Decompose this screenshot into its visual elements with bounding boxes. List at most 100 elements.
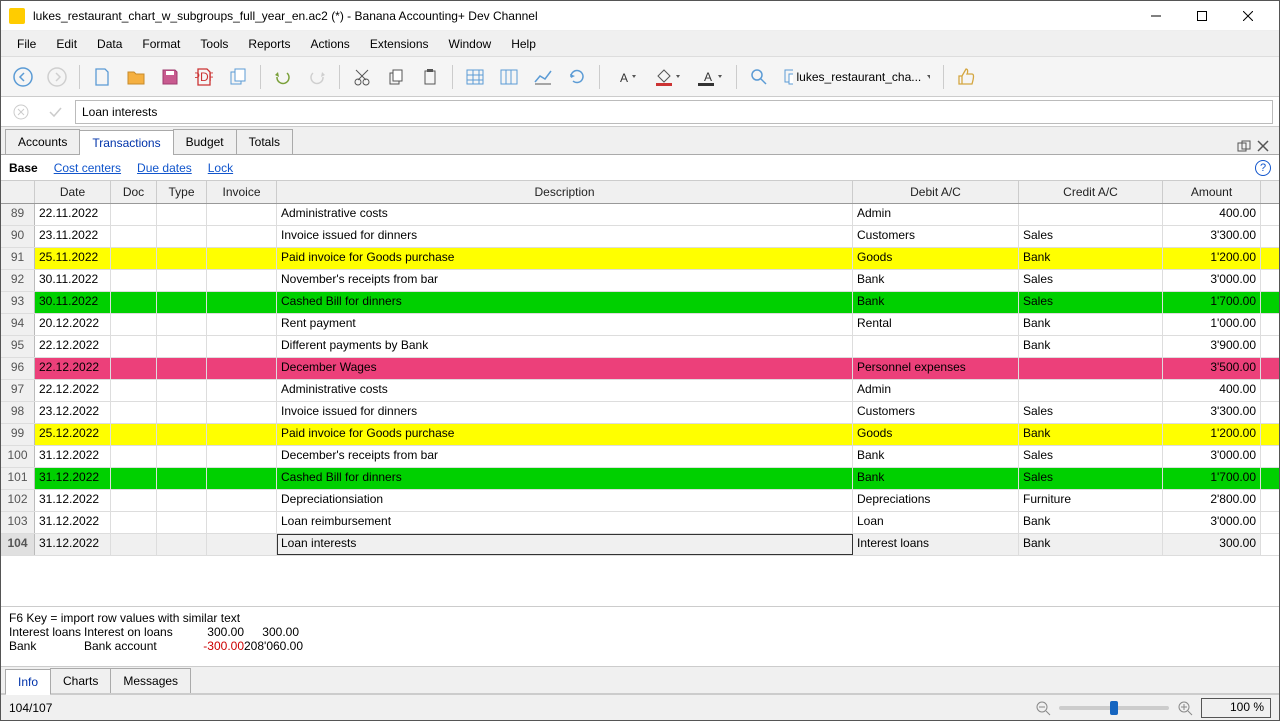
cell-description[interactable]: Invoice issued for dinners xyxy=(277,402,853,423)
cell-invoice[interactable] xyxy=(207,314,277,335)
cell-credit[interactable] xyxy=(1019,380,1163,401)
cell-credit[interactable]: Sales xyxy=(1019,468,1163,489)
cell-description[interactable]: Cashed Bill for dinners xyxy=(277,292,853,313)
table-row[interactable]: 10031.12.2022December's receipts from ba… xyxy=(1,446,1279,468)
column-header[interactable]: Date xyxy=(35,181,111,203)
cell-type[interactable] xyxy=(157,226,207,247)
row-number[interactable]: 96 xyxy=(1,358,35,379)
cell-amount[interactable]: 3'300.00 xyxy=(1163,402,1261,423)
cell-amount[interactable]: 3'300.00 xyxy=(1163,226,1261,247)
cell-credit[interactable]: Bank xyxy=(1019,424,1163,445)
cell-doc[interactable] xyxy=(111,424,157,445)
search-button[interactable] xyxy=(743,61,775,93)
cell-invoice[interactable] xyxy=(207,446,277,467)
cell-description[interactable]: Rent payment xyxy=(277,314,853,335)
cell-invoice[interactable] xyxy=(207,424,277,445)
fill-color-button[interactable] xyxy=(648,61,688,93)
row-number[interactable]: 103 xyxy=(1,512,35,533)
table-row[interactable]: 8922.11.2022Administrative costsAdmin400… xyxy=(1,204,1279,226)
save-button[interactable] xyxy=(154,61,186,93)
table-row[interactable]: 10331.12.2022Loan reimbursementLoanBank3… xyxy=(1,512,1279,534)
table-row[interactable]: 9125.11.2022Paid invoice for Goods purch… xyxy=(1,248,1279,270)
subtab-lock[interactable]: Lock xyxy=(208,161,233,175)
tab-accounts[interactable]: Accounts xyxy=(5,129,80,154)
table-row[interactable]: 10131.12.2022Cashed Bill for dinnersBank… xyxy=(1,468,1279,490)
cell-credit[interactable]: Sales xyxy=(1019,292,1163,313)
cell-doc[interactable] xyxy=(111,248,157,269)
table-row[interactable]: 9823.12.2022Invoice issued for dinnersCu… xyxy=(1,402,1279,424)
cell-amount[interactable]: 1'700.00 xyxy=(1163,292,1261,313)
paste-button[interactable] xyxy=(414,61,446,93)
refresh-button[interactable] xyxy=(561,61,593,93)
maximize-button[interactable] xyxy=(1179,1,1225,31)
cell-description[interactable]: Administrative costs xyxy=(277,380,853,401)
cell-amount[interactable]: 1'000.00 xyxy=(1163,314,1261,335)
cell-date[interactable]: 31.12.2022 xyxy=(35,446,111,467)
cell-credit[interactable] xyxy=(1019,358,1163,379)
row-number[interactable]: 91 xyxy=(1,248,35,269)
cell-amount[interactable]: 400.00 xyxy=(1163,204,1261,225)
cell-date[interactable]: 31.12.2022 xyxy=(35,512,111,533)
cell-description[interactable]: Loan reimbursement xyxy=(277,512,853,533)
column-header[interactable]: Invoice xyxy=(207,181,277,203)
zoom-slider[interactable] xyxy=(1059,706,1169,710)
cell-credit[interactable]: Sales xyxy=(1019,402,1163,423)
cell-doc[interactable] xyxy=(111,380,157,401)
open-file-button[interactable] xyxy=(120,61,152,93)
cell-date[interactable]: 30.11.2022 xyxy=(35,270,111,291)
cell-type[interactable] xyxy=(157,314,207,335)
help-icon[interactable]: ? xyxy=(1255,160,1271,176)
cell-doc[interactable] xyxy=(111,204,157,225)
subtab-cost-centers[interactable]: Cost centers xyxy=(54,161,121,175)
cell-invoice[interactable] xyxy=(207,336,277,357)
cell-credit[interactable]: Sales xyxy=(1019,446,1163,467)
cell-amount[interactable]: 3'900.00 xyxy=(1163,336,1261,357)
bottom-tab-messages[interactable]: Messages xyxy=(110,668,191,693)
zoom-out-button[interactable] xyxy=(1035,700,1051,716)
cell-debit[interactable]: Personnel expenses xyxy=(853,358,1019,379)
cell-debit[interactable]: Interest loans xyxy=(853,534,1019,555)
cell-description[interactable]: Paid invoice for Goods purchase xyxy=(277,424,853,445)
tab-budget[interactable]: Budget xyxy=(173,129,237,154)
cell-credit[interactable] xyxy=(1019,204,1163,225)
cell-debit[interactable]: Customers xyxy=(853,402,1019,423)
cell-amount[interactable]: 3'000.00 xyxy=(1163,446,1261,467)
cell-type[interactable] xyxy=(157,424,207,445)
cell-credit[interactable]: Bank xyxy=(1019,314,1163,335)
cell-debit[interactable]: Goods xyxy=(853,248,1019,269)
cell-doc[interactable] xyxy=(111,314,157,335)
cell-debit[interactable]: Bank xyxy=(853,292,1019,313)
row-number[interactable]: 98 xyxy=(1,402,35,423)
cell-doc[interactable] xyxy=(111,358,157,379)
cell-debit[interactable]: Admin xyxy=(853,380,1019,401)
cell-date[interactable]: 25.12.2022 xyxy=(35,424,111,445)
cell-description[interactable]: December Wages xyxy=(277,358,853,379)
cell-invoice[interactable] xyxy=(207,204,277,225)
cell-invoice[interactable] xyxy=(207,226,277,247)
formula-input[interactable] xyxy=(75,100,1273,124)
chart-button[interactable] xyxy=(527,61,559,93)
cell-amount[interactable]: 2'800.00 xyxy=(1163,490,1261,511)
table-row[interactable]: 10231.12.2022DepreciationsiationDeprecia… xyxy=(1,490,1279,512)
cut-button[interactable] xyxy=(346,61,378,93)
cell-invoice[interactable] xyxy=(207,380,277,401)
cell-debit[interactable]: Rental xyxy=(853,314,1019,335)
column-header[interactable] xyxy=(1,181,35,203)
cell-date[interactable]: 20.12.2022 xyxy=(35,314,111,335)
cell-date[interactable]: 31.12.2022 xyxy=(35,534,111,555)
tab-totals[interactable]: Totals xyxy=(236,129,293,154)
cell-credit[interactable]: Bank xyxy=(1019,512,1163,533)
table-row[interactable]: 10431.12.2022Loan interestsInterest loan… xyxy=(1,534,1279,556)
cell-amount[interactable]: 400.00 xyxy=(1163,380,1261,401)
cell-description[interactable]: December's receipts from bar xyxy=(277,446,853,467)
cell-debit[interactable]: Bank xyxy=(853,468,1019,489)
row-number[interactable]: 93 xyxy=(1,292,35,313)
cell-date[interactable]: 22.12.2022 xyxy=(35,336,111,357)
cell-doc[interactable] xyxy=(111,512,157,533)
cell-invoice[interactable] xyxy=(207,402,277,423)
zoom-value[interactable]: 100 % xyxy=(1201,698,1271,718)
cell-doc[interactable] xyxy=(111,270,157,291)
cell-doc[interactable] xyxy=(111,402,157,423)
cell-description[interactable]: Cashed Bill for dinners xyxy=(277,468,853,489)
cell-invoice[interactable] xyxy=(207,270,277,291)
